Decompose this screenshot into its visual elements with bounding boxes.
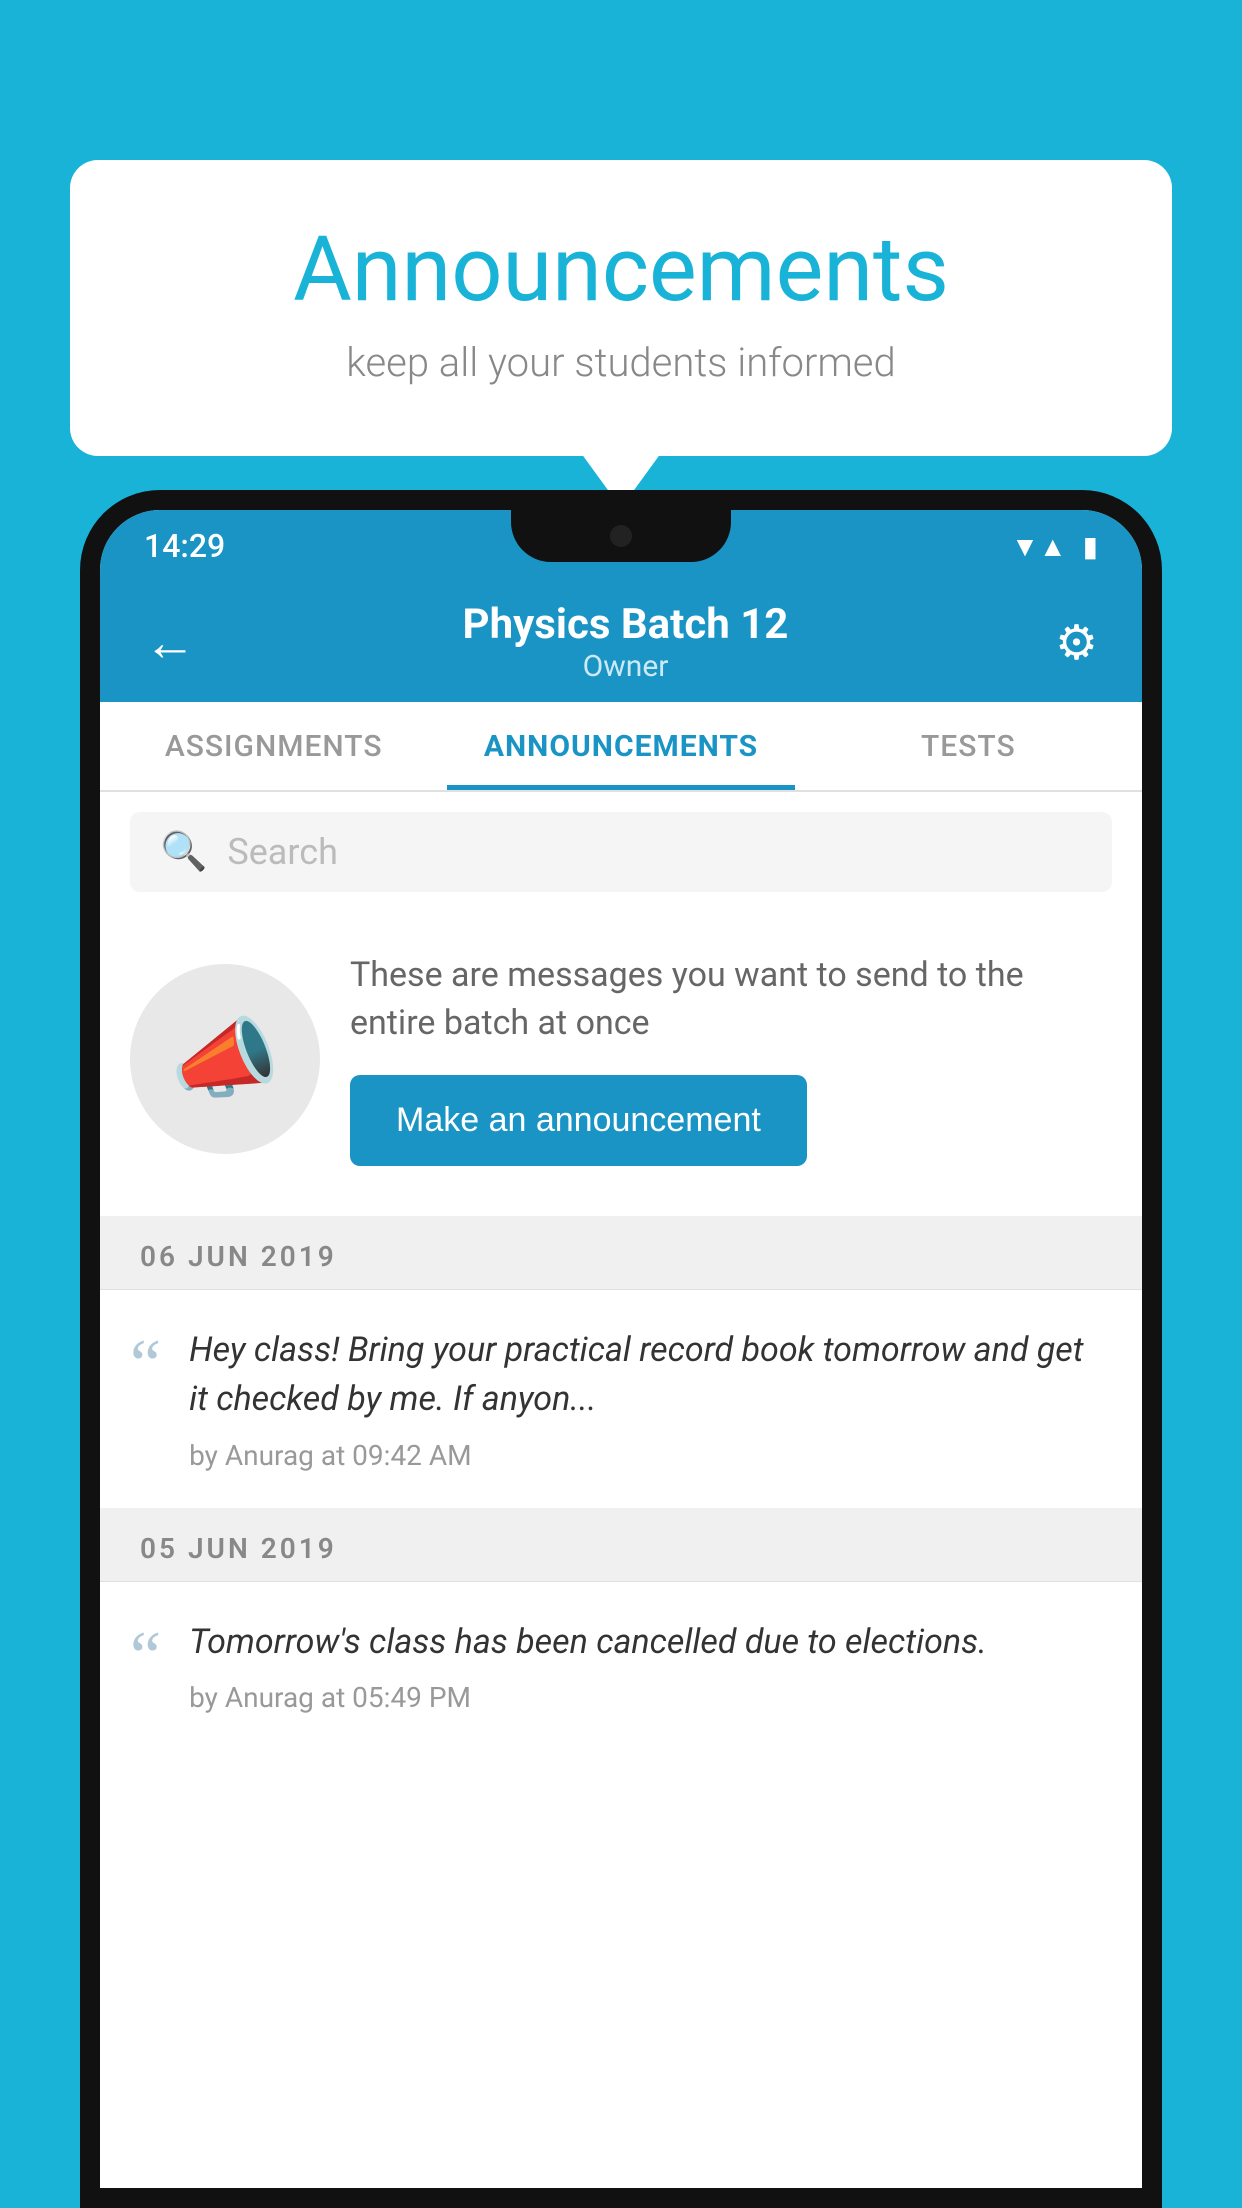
search-icon: 🔍 <box>160 830 207 874</box>
date-separator-1: 06 JUN 2019 <box>100 1224 1142 1290</box>
tab-assignments[interactable]: ASSIGNMENTS <box>100 702 447 790</box>
announcement-author-2: by Anurag at 05:49 PM <box>189 1681 1106 1714</box>
megaphone-circle: 📣 <box>130 964 320 1154</box>
announcement-description: These are messages you want to send to t… <box>350 952 1112 1047</box>
status-time: 14:29 <box>144 527 225 565</box>
speech-bubble: Announcements keep all your students inf… <box>70 160 1172 456</box>
search-placeholder: Search <box>227 831 338 873</box>
announcement-intro: 📣 These are messages you want to send to… <box>100 912 1142 1224</box>
announcement-item-1[interactable]: “ Hey class! Bring your practical record… <box>100 1290 1142 1516</box>
announcement-intro-right: These are messages you want to send to t… <box>350 952 1112 1166</box>
quote-mark-1: “ <box>130 1330 161 1400</box>
app-bar-title-sub: Owner <box>463 649 789 684</box>
tab-announcements[interactable]: ANNOUNCEMENTS <box>447 702 794 790</box>
date-separator-2: 05 JUN 2019 <box>100 1516 1142 1582</box>
settings-icon[interactable]: ⚙ <box>1055 614 1098 671</box>
status-icons: ▼▲ ▮ <box>1011 530 1098 563</box>
announcement-message-1: Hey class! Bring your practical record b… <box>189 1326 1106 1425</box>
phone-notch <box>511 510 731 562</box>
announcement-text-block-1: Hey class! Bring your practical record b… <box>189 1326 1106 1472</box>
bubble-subtitle: keep all your students informed <box>150 339 1092 386</box>
tab-tests[interactable]: TESTS <box>795 702 1142 790</box>
notch-camera <box>610 525 632 547</box>
announcement-author-1: by Anurag at 09:42 AM <box>189 1439 1106 1472</box>
bubble-title: Announcements <box>150 220 1092 319</box>
announcement-message-2: Tomorrow's class has been cancelled due … <box>189 1618 1106 1667</box>
phone-inner: 14:29 ▼▲ ▮ ← Physics Batch 12 Owner ⚙ AS… <box>100 510 1142 2188</box>
make-announcement-button[interactable]: Make an announcement <box>350 1075 807 1166</box>
megaphone-icon: 📣 <box>170 1008 280 1111</box>
speech-bubble-container: Announcements keep all your students inf… <box>70 160 1172 456</box>
search-bar-container: 🔍 Search <box>100 792 1142 912</box>
back-button[interactable]: ← <box>144 612 196 673</box>
phone-frame: 14:29 ▼▲ ▮ ← Physics Batch 12 Owner ⚙ AS… <box>80 490 1162 2208</box>
search-bar[interactable]: 🔍 Search <box>130 812 1112 892</box>
battery-icon: ▮ <box>1083 530 1098 563</box>
app-bar-title-main: Physics Batch 12 <box>463 600 789 649</box>
tab-bar: ASSIGNMENTS ANNOUNCEMENTS TESTS <box>100 702 1142 792</box>
app-bar-title-block: Physics Batch 12 Owner <box>463 600 789 684</box>
app-bar: ← Physics Batch 12 Owner ⚙ <box>100 582 1142 702</box>
wifi-icon: ▼▲ <box>1011 530 1066 563</box>
announcement-text-block-2: Tomorrow's class has been cancelled due … <box>189 1618 1106 1714</box>
quote-mark-2: “ <box>130 1622 161 1692</box>
announcement-item-2[interactable]: “ Tomorrow's class has been cancelled du… <box>100 1582 1142 1750</box>
